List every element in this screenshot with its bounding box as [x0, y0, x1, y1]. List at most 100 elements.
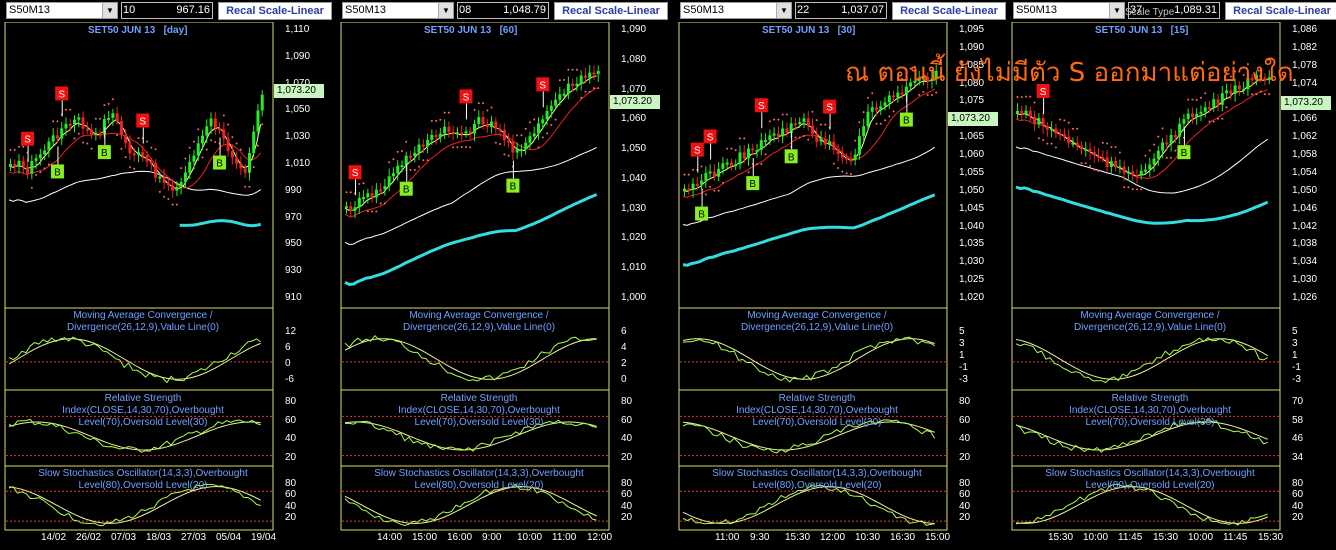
price-tick-label: 1,020: [959, 292, 985, 303]
chevron-down-icon[interactable]: ▼: [438, 3, 453, 18]
sar-dot: [231, 136, 234, 139]
candle-body: [571, 83, 575, 86]
candle-body: [1186, 113, 1190, 120]
buy-signal-label: B: [903, 116, 910, 127]
sell-signal-label: S: [758, 101, 765, 112]
candle-body: [1097, 155, 1101, 158]
macd-tick-label: -3: [959, 374, 968, 385]
time-tick-label: 15:30: [785, 532, 811, 543]
recal-scale-button[interactable]: Recal Scale-Linear: [892, 2, 1006, 20]
candle-body: [141, 152, 145, 156]
chart-title: SET50 JUN 13 [60]: [424, 25, 518, 36]
price-tick-label: 1,062: [1292, 131, 1318, 143]
sar-dot: [128, 166, 131, 169]
candle-body: [887, 95, 891, 103]
candle-body: [349, 206, 353, 211]
time-tick-label: 19/04: [251, 532, 277, 543]
candle-body: [1033, 116, 1037, 125]
price-tick-label: 1,054: [1292, 166, 1318, 178]
price-tick-label: 1,030: [1292, 274, 1318, 286]
sell-signal-label: S: [463, 92, 470, 103]
candle-body: [379, 189, 383, 192]
chart-title: SET50 JUN 13 [30]: [762, 25, 856, 36]
candle-body: [115, 113, 119, 122]
symbol-select[interactable]: S50M13 ▼: [680, 2, 792, 19]
candle-body: [1092, 151, 1096, 156]
price-tick-label: 1,030: [285, 131, 311, 143]
candle-body: [111, 113, 115, 118]
chevron-down-icon[interactable]: ▼: [776, 3, 791, 18]
readout-left: 10: [123, 4, 136, 16]
sar-dot: [533, 118, 536, 121]
candle-body: [1220, 93, 1224, 105]
recal-scale-button[interactable]: Recal Scale-Linear: [218, 2, 332, 20]
candle-body: [179, 182, 183, 187]
recal-scale-button[interactable]: Recal Scale-Linear: [1225, 2, 1336, 20]
chevron-down-icon[interactable]: ▼: [1109, 3, 1124, 18]
sar-dot: [884, 119, 887, 122]
rsi-tick-label: 60: [959, 414, 971, 426]
sar-dot: [743, 137, 746, 140]
rsi-title: Relative Strength Index(CLOSE,14,30,70),…: [1069, 393, 1231, 428]
sar-dot: [1174, 149, 1177, 152]
sar-dot: [1029, 95, 1032, 98]
sar-dot: [197, 128, 200, 131]
ma-long-line: [1015, 185, 1269, 225]
stochastic-signal-line: [1015, 486, 1268, 524]
chevron-down-icon[interactable]: ▼: [102, 3, 117, 18]
sar-dot: [550, 123, 553, 126]
sar-dot: [388, 161, 391, 164]
sar-dot: [1195, 98, 1198, 101]
macd-tick-label: -1: [1292, 362, 1301, 373]
price-tick-label: 1,070: [621, 83, 647, 95]
candle-body: [1058, 133, 1062, 136]
sar-dot: [683, 173, 686, 176]
candle-body: [734, 164, 738, 167]
candle-body: [192, 155, 196, 162]
macd-line: [1015, 337, 1268, 384]
candle-body: [729, 162, 733, 166]
sar-dot: [832, 162, 835, 165]
sar-dot: [163, 195, 166, 198]
sar-dot: [43, 167, 46, 170]
candle-body: [1105, 157, 1109, 167]
candle-body: [588, 72, 592, 78]
candle-body: [468, 131, 472, 134]
symbol-select[interactable]: S50M13 ▼: [6, 2, 118, 19]
sar-dot: [180, 167, 183, 170]
sto-tick-label: 80: [285, 478, 297, 489]
sar-dot: [201, 156, 204, 159]
candle-body: [1178, 123, 1182, 137]
candle-body: [438, 133, 442, 137]
time-tick-label: 15:00: [925, 532, 951, 543]
candle-body: [1195, 113, 1199, 118]
chart-title: SET50 JUN 13 [day]: [88, 25, 188, 36]
sto-title: Slow Stochastics Oscillator(14,3,3),Over…: [712, 468, 922, 491]
sar-dot: [700, 165, 703, 168]
time-tick-label: 27/03: [181, 532, 207, 543]
chart-panel-1[interactable]: S S S B B B S50M13 ▼ 10 967.16 Recal Scale-Line…: [3, 0, 336, 550]
sar-dot: [1165, 156, 1168, 159]
candle-body: [396, 165, 400, 174]
candle-body: [73, 119, 76, 125]
candle-body: [434, 134, 438, 137]
symbol-select[interactable]: S50M13 ▼: [1013, 2, 1125, 19]
price-tick-label: 1,110: [285, 24, 310, 35]
candle-body: [43, 150, 47, 155]
sar-dot: [764, 153, 767, 156]
candle-body: [158, 176, 162, 179]
price-tick-label: 910: [285, 292, 302, 303]
chart-panel-2[interactable]: S S S B B S50M13 ▼ 08 1,048.79 Recal Scale-Lin…: [339, 0, 672, 550]
ma-long-line: [682, 193, 936, 267]
sar-dot: [86, 142, 89, 145]
recal-scale-button[interactable]: Recal Scale-Linear: [554, 2, 668, 20]
sar-dot: [546, 132, 549, 135]
candle-body: [30, 160, 34, 174]
sar-dot: [1221, 117, 1224, 120]
sto-tick-label: 40: [621, 500, 633, 512]
candle-body: [239, 163, 243, 169]
sar-dot: [1268, 93, 1271, 96]
symbol-select[interactable]: S50M13 ▼: [342, 2, 454, 19]
sell-signal-label: S: [352, 168, 359, 179]
sar-dot: [588, 90, 591, 93]
